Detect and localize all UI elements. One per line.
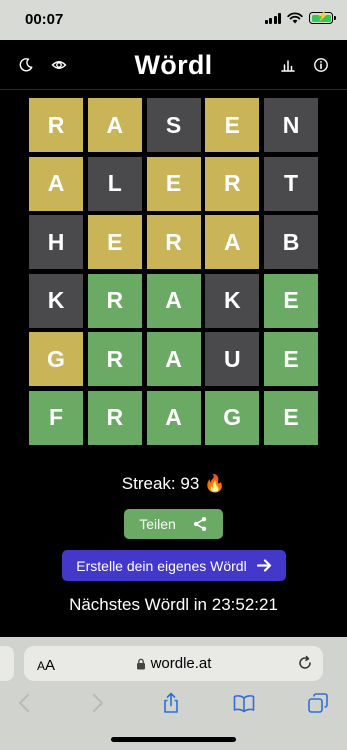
board-tile: F [29, 390, 83, 445]
board-tile: L [87, 156, 142, 211]
board-tile: N [264, 98, 318, 152]
signal-icon [264, 12, 281, 24]
status-time: 00:07 [25, 11, 64, 28]
streak-text: Streak: 93 🔥 [121, 474, 226, 493]
status-icons: ⚡ [264, 11, 336, 24]
address-bar[interactable]: AA wordle.at [24, 646, 323, 681]
share-icon [193, 517, 206, 531]
previous-tab-peek[interactable] [0, 646, 14, 681]
bookmarks-icon[interactable] [233, 692, 255, 714]
board-tile: T [264, 156, 318, 211]
browser-toolbar [0, 692, 347, 716]
board-tile: A [146, 390, 201, 445]
board-tile: U [205, 332, 260, 386]
board-tile: E [146, 156, 201, 211]
board-tile: B [264, 215, 318, 269]
game-board: RASENALERTHERABKRAKEGRAUEFRAGE [29, 98, 318, 445]
board-tile: E [87, 215, 142, 269]
arrow-right-icon [256, 559, 271, 572]
board-tile: G [29, 332, 83, 386]
board-tile: H [29, 215, 83, 269]
back-icon[interactable] [14, 692, 36, 714]
board-tile: A [146, 273, 201, 328]
browser-bar: AA wordle.at [0, 637, 347, 750]
board-tile: K [29, 273, 83, 328]
reload-icon[interactable] [297, 655, 313, 671]
board-tile: A [146, 332, 201, 386]
board-tile: E [264, 390, 318, 445]
board-tile: R [87, 390, 142, 445]
board-tile: E [264, 332, 318, 386]
board-tile: E [264, 273, 318, 328]
url-display[interactable]: wordle.at [24, 655, 323, 672]
create-wordl-label: Erstelle dein eigenes Wördl [76, 557, 247, 574]
share-sheet-icon[interactable] [160, 692, 182, 714]
board-tile: R [87, 332, 142, 386]
board-tile: K [205, 273, 260, 328]
board-tile: R [205, 156, 260, 211]
board-tile: R [146, 215, 201, 269]
board-tile: R [87, 273, 142, 328]
board-tile: E [205, 98, 260, 152]
app-title: Wördl [134, 50, 213, 80]
board-tile: A [87, 98, 142, 152]
board-tile: A [205, 215, 260, 269]
share-button-label: Teilen [139, 516, 176, 532]
board-tile: G [205, 390, 260, 445]
wifi-icon [287, 12, 303, 24]
create-wordl-button[interactable]: Erstelle dein eigenes Wördl [62, 550, 286, 581]
share-button[interactable]: Teilen [124, 509, 223, 539]
status-bar: 00:07 ⚡ [0, 0, 347, 40]
lock-icon [136, 658, 145, 669]
forward-icon[interactable] [86, 692, 108, 714]
board-tile: R [29, 98, 83, 152]
battery-icon: ⚡ [309, 11, 336, 24]
board-tile: A [29, 156, 83, 211]
next-wordl-countdown: Nächstes Wördl in 23:52:21 [69, 595, 278, 614]
url-text: wordle.at [150, 655, 212, 672]
tabs-icon[interactable] [307, 692, 329, 714]
board-tile: S [146, 98, 201, 152]
home-indicator [111, 737, 236, 742]
